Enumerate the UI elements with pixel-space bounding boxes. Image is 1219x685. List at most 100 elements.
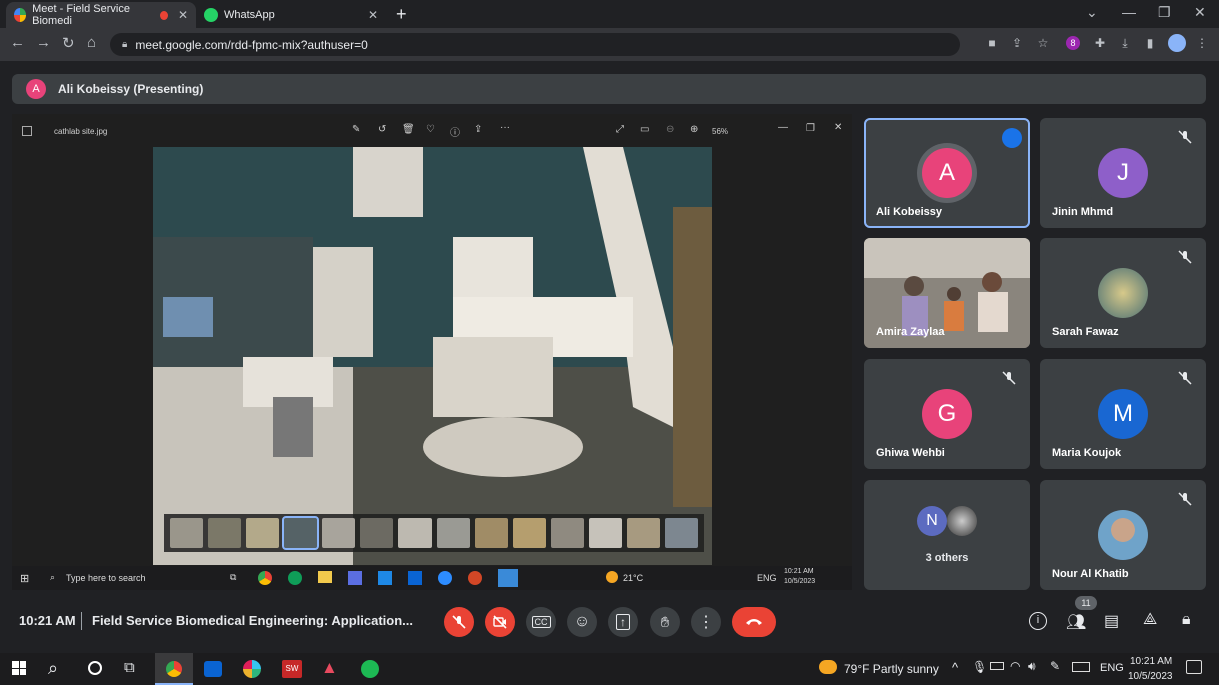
- host-controls-icon[interactable]: 🔒︎: [1182, 611, 1191, 629]
- shared-store-icon: [348, 571, 362, 585]
- people-icon[interactable]: 👥︎: [1066, 612, 1086, 632]
- viewer-close[interactable]: ✕: [834, 122, 842, 133]
- share-icon[interactable]: ⇪: [1010, 36, 1024, 50]
- close-window-button[interactable]: ✕: [1194, 4, 1206, 21]
- maximize-button[interactable]: ❐: [1158, 4, 1171, 21]
- edit-icon[interactable]: ✎: [352, 124, 360, 135]
- more-options-button[interactable]: ⋮: [691, 607, 721, 637]
- delete-icon[interactable]: 🗑︎: [402, 124, 415, 135]
- matlab-icon[interactable]: ▲: [321, 658, 338, 678]
- rotate-icon[interactable]: ↺: [378, 124, 386, 135]
- filmstrip-thumb[interactable]: [282, 516, 320, 550]
- participant-tile-ali[interactable]: A Ali Kobeissy: [864, 118, 1030, 228]
- solidworks-icon[interactable]: SW: [282, 660, 302, 678]
- filmstrip-thumb[interactable]: [474, 518, 508, 548]
- bookmark-star-icon[interactable]: ☆: [1036, 36, 1050, 50]
- share-photo-icon[interactable]: ⇪: [474, 124, 482, 135]
- wifi-icon: ◠: [1010, 659, 1021, 673]
- minimize-button[interactable]: —: [1122, 4, 1136, 20]
- camera-toggle-button[interactable]: [485, 607, 515, 637]
- slideshow-icon[interactable]: ▭: [640, 124, 649, 135]
- weather-icon[interactable]: [819, 660, 837, 674]
- home-icon[interactable]: ⌂: [87, 34, 96, 51]
- participant-tile-jinin[interactable]: J Jinin Mhmd: [1040, 118, 1206, 228]
- meeting-info-icon[interactable]: i: [1029, 612, 1047, 630]
- search-icon[interactable]: ⌕: [48, 658, 58, 679]
- address-bar[interactable]: 🔒︎ meet.google.com/rdd-fpmc-mix?authuser…: [110, 33, 960, 56]
- filmstrip-thumb[interactable]: [322, 518, 356, 548]
- captions-button[interactable]: CC: [526, 607, 556, 637]
- hang-up-icon: [746, 619, 762, 625]
- cortana-icon[interactable]: [88, 661, 102, 675]
- forward-icon[interactable]: →: [36, 34, 51, 51]
- zoom-in-icon[interactable]: ⊕: [690, 124, 698, 135]
- reload-icon[interactable]: ↻: [62, 34, 75, 52]
- side-panel-icon[interactable]: ▮: [1143, 36, 1157, 50]
- extension-badge-icon[interactable]: 8: [1066, 36, 1080, 50]
- task-view-icon[interactable]: ⧉: [124, 659, 135, 676]
- close-tab-icon[interactable]: ✕: [178, 8, 188, 22]
- participant-tile-nour[interactable]: Nour Al Khatib: [1040, 480, 1206, 590]
- participant-tile-amira[interactable]: Amira Zaylaa: [864, 238, 1030, 348]
- filmstrip-thumb[interactable]: [588, 518, 622, 548]
- taskbar-chrome-button[interactable]: [155, 653, 193, 685]
- participant-tile-sarah[interactable]: Sarah Fawaz: [1040, 238, 1206, 348]
- zoom-out-icon[interactable]: ⊖: [666, 124, 674, 135]
- leave-call-button[interactable]: [732, 607, 776, 637]
- filmstrip-thumb[interactable]: [626, 518, 661, 548]
- participant-avatar: A: [922, 148, 972, 198]
- language-indicator[interactable]: ENG: [1100, 662, 1124, 674]
- fullscreen-icon[interactable]: ⤢: [616, 124, 624, 135]
- extensions-icon[interactable]: ✚: [1093, 36, 1107, 50]
- shared-mail-icon: [378, 571, 392, 585]
- notifications-icon[interactable]: [1186, 660, 1202, 674]
- present-button[interactable]: ↑: [608, 607, 638, 637]
- shared-chrome-icon: [258, 571, 272, 585]
- more-icon[interactable]: ···: [500, 122, 510, 133]
- menu-icon[interactable]: ⋮: [1195, 36, 1209, 50]
- clock-date[interactable]: 10/5/2023: [1128, 671, 1173, 682]
- camera-icon[interactable]: ■: [985, 36, 999, 50]
- weather-text[interactable]: 79°F Partly sunny: [844, 662, 939, 676]
- participant-tile-ghiwa[interactable]: G Ghiwa Wehbi: [864, 359, 1030, 469]
- clock-time[interactable]: 10:21 AM: [1130, 656, 1172, 667]
- slack-icon[interactable]: [243, 660, 261, 678]
- filmstrip-thumb[interactable]: [170, 518, 204, 548]
- start-icon[interactable]: [12, 661, 26, 675]
- tab-title: WhatsApp: [224, 9, 275, 21]
- activities-icon[interactable]: ⟁: [1143, 611, 1157, 629]
- back-icon[interactable]: ←: [10, 34, 25, 51]
- viewer-maximize[interactable]: ❐: [806, 123, 815, 134]
- filmstrip-thumb[interactable]: [360, 518, 394, 548]
- reactions-button[interactable]: ☺: [567, 607, 597, 637]
- filmstrip-thumb[interactable]: [550, 518, 584, 548]
- participant-avatar: M: [1098, 389, 1148, 439]
- participant-photo: [947, 506, 977, 536]
- filmstrip-thumb[interactable]: [208, 518, 242, 548]
- profile-avatar[interactable]: [1168, 34, 1186, 52]
- filmstrip-thumb[interactable]: [398, 518, 432, 548]
- tab-whatsapp[interactable]: WhatsApp ✕: [196, 2, 386, 28]
- filmstrip-thumb[interactable]: [436, 518, 470, 548]
- close-tab-icon[interactable]: ✕: [368, 8, 378, 22]
- filmstrip-thumb[interactable]: [246, 518, 280, 548]
- new-tab-button[interactable]: +: [396, 4, 407, 25]
- filmstrip-thumb[interactable]: [512, 518, 546, 548]
- tab-search-icon[interactable]: ⌄: [1086, 4, 1098, 21]
- raise-hand-button[interactable]: ✋︎: [650, 607, 680, 637]
- tab-meet[interactable]: Meet - Field Service Biomedi ✕: [6, 2, 196, 28]
- spotify-icon[interactable]: [361, 660, 379, 678]
- chat-icon[interactable]: ▤: [1104, 611, 1119, 631]
- favorite-icon[interactable]: ♡: [426, 124, 435, 135]
- info-icon[interactable]: ⓘ: [450, 124, 460, 139]
- viewer-minimize[interactable]: —: [778, 122, 788, 133]
- mic-toggle-button[interactable]: [444, 607, 474, 637]
- tray-chevron-icon[interactable]: ^: [952, 660, 958, 675]
- participant-tile-maria[interactable]: M Maria Koujok: [1040, 359, 1206, 469]
- viewer-app-icon: [22, 126, 32, 136]
- divider: [81, 612, 82, 630]
- participant-tile-others[interactable]: N 3 others: [864, 480, 1030, 590]
- outlook-icon[interactable]: [204, 661, 222, 677]
- download-icon[interactable]: ⤓: [1118, 36, 1132, 50]
- filmstrip-thumb[interactable]: [665, 518, 699, 548]
